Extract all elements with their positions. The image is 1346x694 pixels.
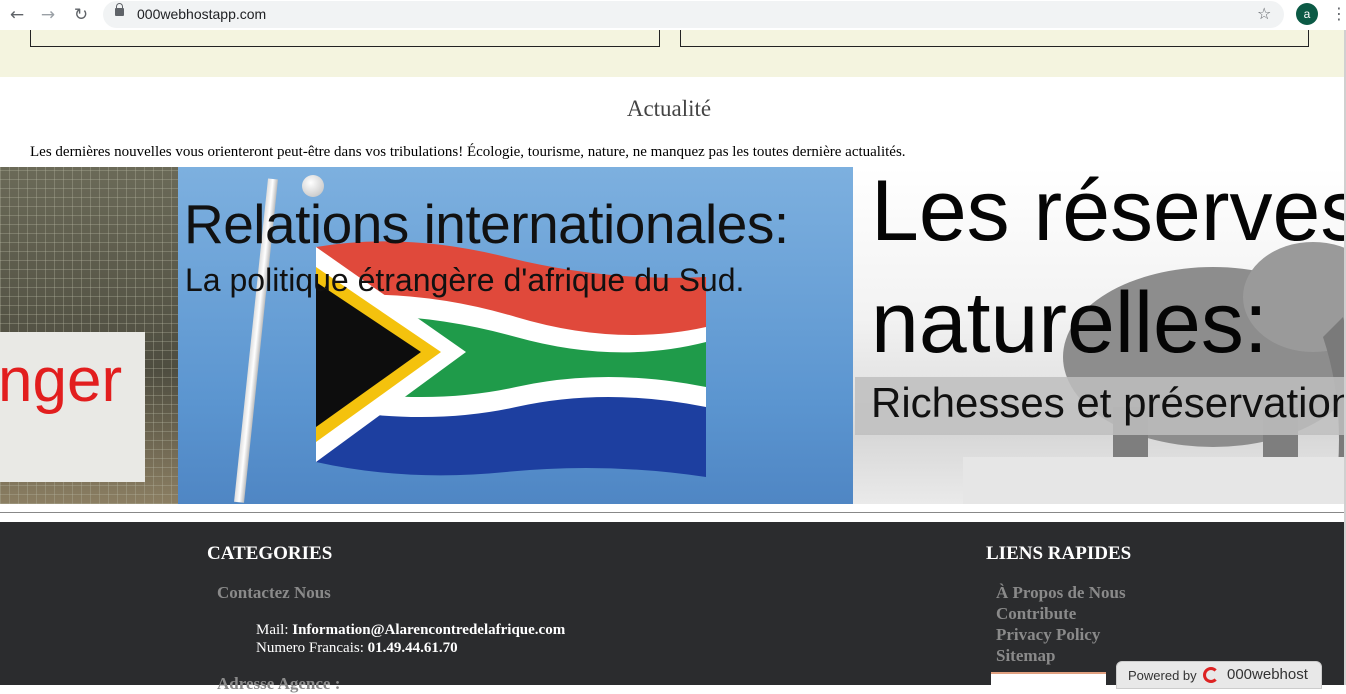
slide-left-text: nger — [0, 346, 123, 415]
quick-link-about[interactable]: À Propos de Nous — [996, 583, 1126, 603]
slide-heading: Relations internationales: — [184, 193, 789, 255]
back-icon[interactable]: ← — [5, 4, 29, 26]
phone-line: Numero Francais: 01.49.44.61.70 — [256, 640, 458, 657]
contact-link[interactable]: Contactez Nous — [217, 583, 331, 603]
mail-label: Mail: — [256, 622, 289, 638]
quick-link-privacy[interactable]: Privacy Policy — [996, 625, 1100, 645]
address-link[interactable]: Adresse Agence : — [217, 674, 340, 694]
powered-by-brand: 000webhost — [1227, 666, 1308, 683]
slide-tagline: Richesses et préservation. — [871, 379, 1344, 426]
menu-icon[interactable]: ⋮ — [1331, 4, 1346, 23]
bookmark-star-icon[interactable]: ☆ — [1257, 4, 1271, 23]
address-bar[interactable] — [103, 1, 1284, 28]
browser-toolbar: ← → ↻ 000webhostapp.com ☆ a ⋮ — [0, 0, 1346, 30]
slide-relations[interactable]: Relations internationales: La politique … — [178, 167, 853, 504]
forward-icon[interactable]: → — [36, 4, 60, 26]
footer-image-thumb — [991, 672, 1106, 689]
mail-value[interactable]: Information@Alarencontredelafrique.com — [292, 622, 565, 638]
reload-icon[interactable]: ↻ — [69, 4, 93, 26]
divider — [0, 512, 1344, 513]
slide-danger[interactable]: nger — [0, 167, 178, 504]
profile-avatar[interactable]: a — [1296, 3, 1318, 25]
news-carousel[interactable]: nger Relations internationales: La polit… — [0, 167, 1344, 504]
slide-reserves[interactable]: Les réserves naturelles: Richesses et pr… — [853, 167, 1344, 504]
mail-line: Mail: Information@Alarencontredelafrique… — [256, 622, 565, 639]
000webhost-logo-icon — [1203, 667, 1219, 683]
url-text[interactable]: 000webhostapp.com — [137, 6, 266, 22]
quick-link-sitemap[interactable]: Sitemap — [996, 646, 1056, 666]
lock-icon[interactable] — [115, 3, 124, 16]
quick-links-heading: LIENS RAPIDES — [986, 543, 1132, 564]
phone-label: Numero Francais: — [256, 640, 364, 656]
quick-link-contribute[interactable]: Contribute — [996, 604, 1076, 624]
section-title: Actualité — [626, 96, 712, 121]
slide-subheading: La politique étrangère d'afrique du Sud. — [185, 262, 745, 298]
slide-title-line2: naturelles: — [871, 275, 1268, 371]
slide-title-line1: Les réserves — [871, 167, 1344, 259]
section-intro: Les dernières nouvelles vous orienteront… — [30, 144, 906, 160]
phone-value: 01.49.44.61.70 — [367, 640, 458, 656]
categories-heading: CATEGORIES — [207, 543, 333, 564]
powered-by-label: Powered by — [1128, 668, 1197, 683]
top-box-right — [680, 30, 1309, 47]
top-box-left — [30, 30, 660, 47]
